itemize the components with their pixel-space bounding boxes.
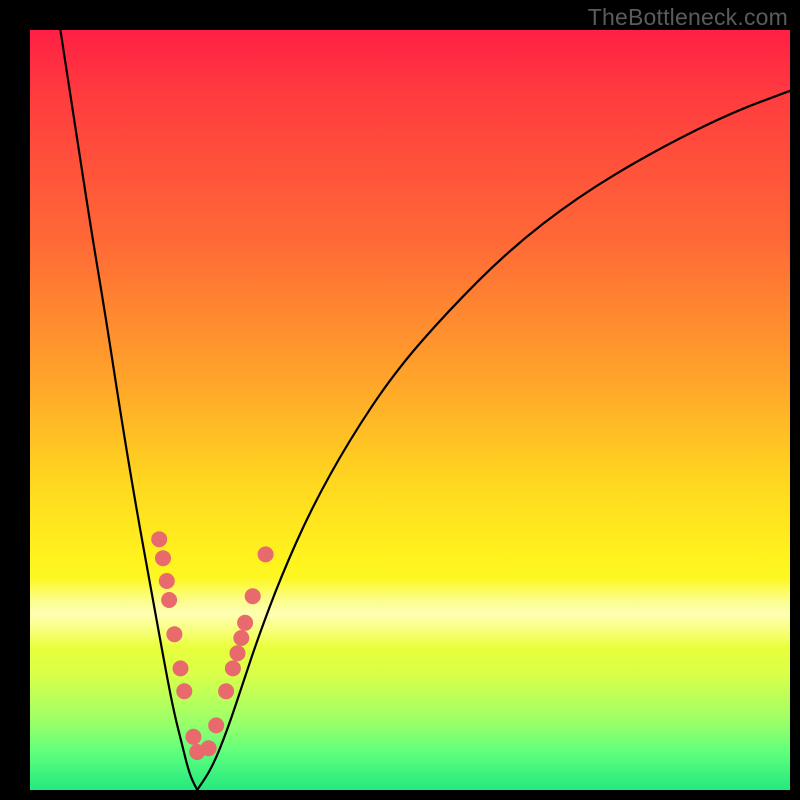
data-marker (225, 661, 240, 676)
data-marker (159, 574, 174, 589)
plot-area (30, 30, 790, 790)
data-marker (219, 684, 234, 699)
data-marker (201, 741, 216, 756)
right-branch-path (197, 91, 790, 790)
watermark-text: TheBottleneck.com (588, 4, 788, 31)
data-marker (167, 627, 182, 642)
data-marker (258, 547, 273, 562)
data-marker (234, 631, 249, 646)
data-marker (238, 615, 253, 630)
data-marker (230, 646, 245, 661)
data-marker (177, 684, 192, 699)
data-marker (173, 661, 188, 676)
data-marker (209, 718, 224, 733)
curve-svg (30, 30, 790, 790)
left-branch-path (60, 30, 197, 790)
data-marker (152, 532, 167, 547)
data-marker (186, 729, 201, 744)
data-marker (245, 589, 260, 604)
chart-frame: TheBottleneck.com (0, 0, 800, 800)
curve-lines (60, 30, 790, 790)
data-marker (162, 593, 177, 608)
data-marker (156, 551, 171, 566)
